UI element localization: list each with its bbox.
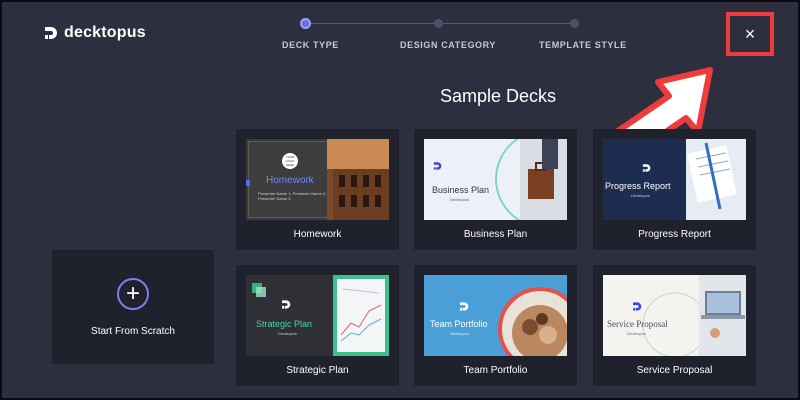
step-dot-deck-type[interactable] [300,18,311,29]
deck-label: Homework [293,229,342,240]
chart-paper-photo-icon [333,275,389,356]
step-label-deck-type: DECK TYPE [282,40,339,50]
plus-icon: + [117,277,149,310]
deck-card-progress-report[interactable]: Progress Report Decktopus Progress Repor… [593,129,756,250]
scratch-label: Start From Scratch [91,325,175,337]
decktopus-logo-icon [633,302,642,311]
deck-label: Team Portfolio [463,365,528,376]
deck-card-service-proposal[interactable]: Service Proposal Decktopus Service Propo… [593,265,756,386]
deck-card-team-portfolio[interactable]: Team Portfolio Decktopus Team Portfolio [414,265,577,386]
step-dot-template-style[interactable] [570,19,579,28]
thumb-accent-square [256,287,266,297]
step-dot-design-category[interactable] [434,19,443,28]
thumb-accent-bar [246,180,250,186]
documents-photo-icon [686,139,746,220]
brand-logo[interactable]: decktopus [42,24,146,42]
briefcase-photo-icon [495,139,567,220]
deck-thumb-line: Presenter Name 3 [258,196,291,201]
deck-card-homework[interactable]: YOUR LOGO HERE Homework Presenter Name 1… [236,129,399,250]
deck-thumbnail-business-plan: Business Plan Decktopus [424,139,567,220]
decktopus-logo-icon [460,302,469,311]
deck-thumb-title: Service Proposal [607,319,668,329]
deck-thumb-sub: Decktopus [278,331,297,336]
deck-thumbnail-team-portfolio: Team Portfolio Decktopus [424,275,567,356]
deck-card-strategic-plan[interactable]: Strategic Plan Decktopus Strategic Plan [236,265,399,386]
close-button[interactable]: × [726,12,774,56]
deck-thumbnail-progress-report: Progress Report Decktopus [603,139,746,220]
step-label-template-style: TEMPLATE STYLE [539,40,627,50]
deck-thumbnail-homework: YOUR LOGO HERE Homework Presenter Name 1… [246,139,389,220]
decktopus-logo-icon [433,162,442,170]
step-label-design-category: DESIGN CATEGORY [400,40,497,50]
deck-thumb-title: Progress Report [605,181,671,191]
deck-thumb-sub: Decktopus [631,193,650,198]
deck-thumb-sub: Decktopus [450,331,469,336]
deck-thumb-title: Strategic Plan [256,319,313,329]
deck-label: Strategic Plan [286,365,349,376]
deck-thumb-sub: Decktopus [450,197,469,202]
brand-name: decktopus [64,24,146,41]
deck-thumbnail-service-proposal: Service Proposal Decktopus [603,275,746,356]
deck-thumb-title: Team Portfolio [430,319,488,329]
decktopus-logo-icon [282,300,291,309]
laptop-photo-icon [642,275,746,356]
team-hands-photo-icon [498,287,567,356]
deck-thumb-title: Homework [266,175,314,186]
template-picker-window: decktopus DECK TYPE DESIGN CATEGORY TEMP… [2,2,798,398]
deck-label: Progress Report [638,229,711,240]
section-title: Sample Decks [440,86,557,106]
deck-label: Service Proposal [636,365,713,376]
decktopus-logo-icon [45,27,57,39]
deck-thumbnail-strategic-plan: Strategic Plan Decktopus [246,275,389,356]
deck-card-business-plan[interactable]: Business Plan Decktopus Business Plan [414,129,577,250]
colosseum-photo-icon [327,139,389,220]
close-icon: × [744,23,756,44]
logo-placeholder-badge: YOUR LOGO HERE [282,153,298,169]
deck-thumb-title: Business Plan [432,185,490,195]
start-from-scratch-card[interactable]: + Start From Scratch [52,250,214,364]
decktopus-logo-icon [642,164,651,172]
deck-label: Business Plan [463,229,528,240]
deck-thumb-sub: Decktopus [627,331,646,336]
